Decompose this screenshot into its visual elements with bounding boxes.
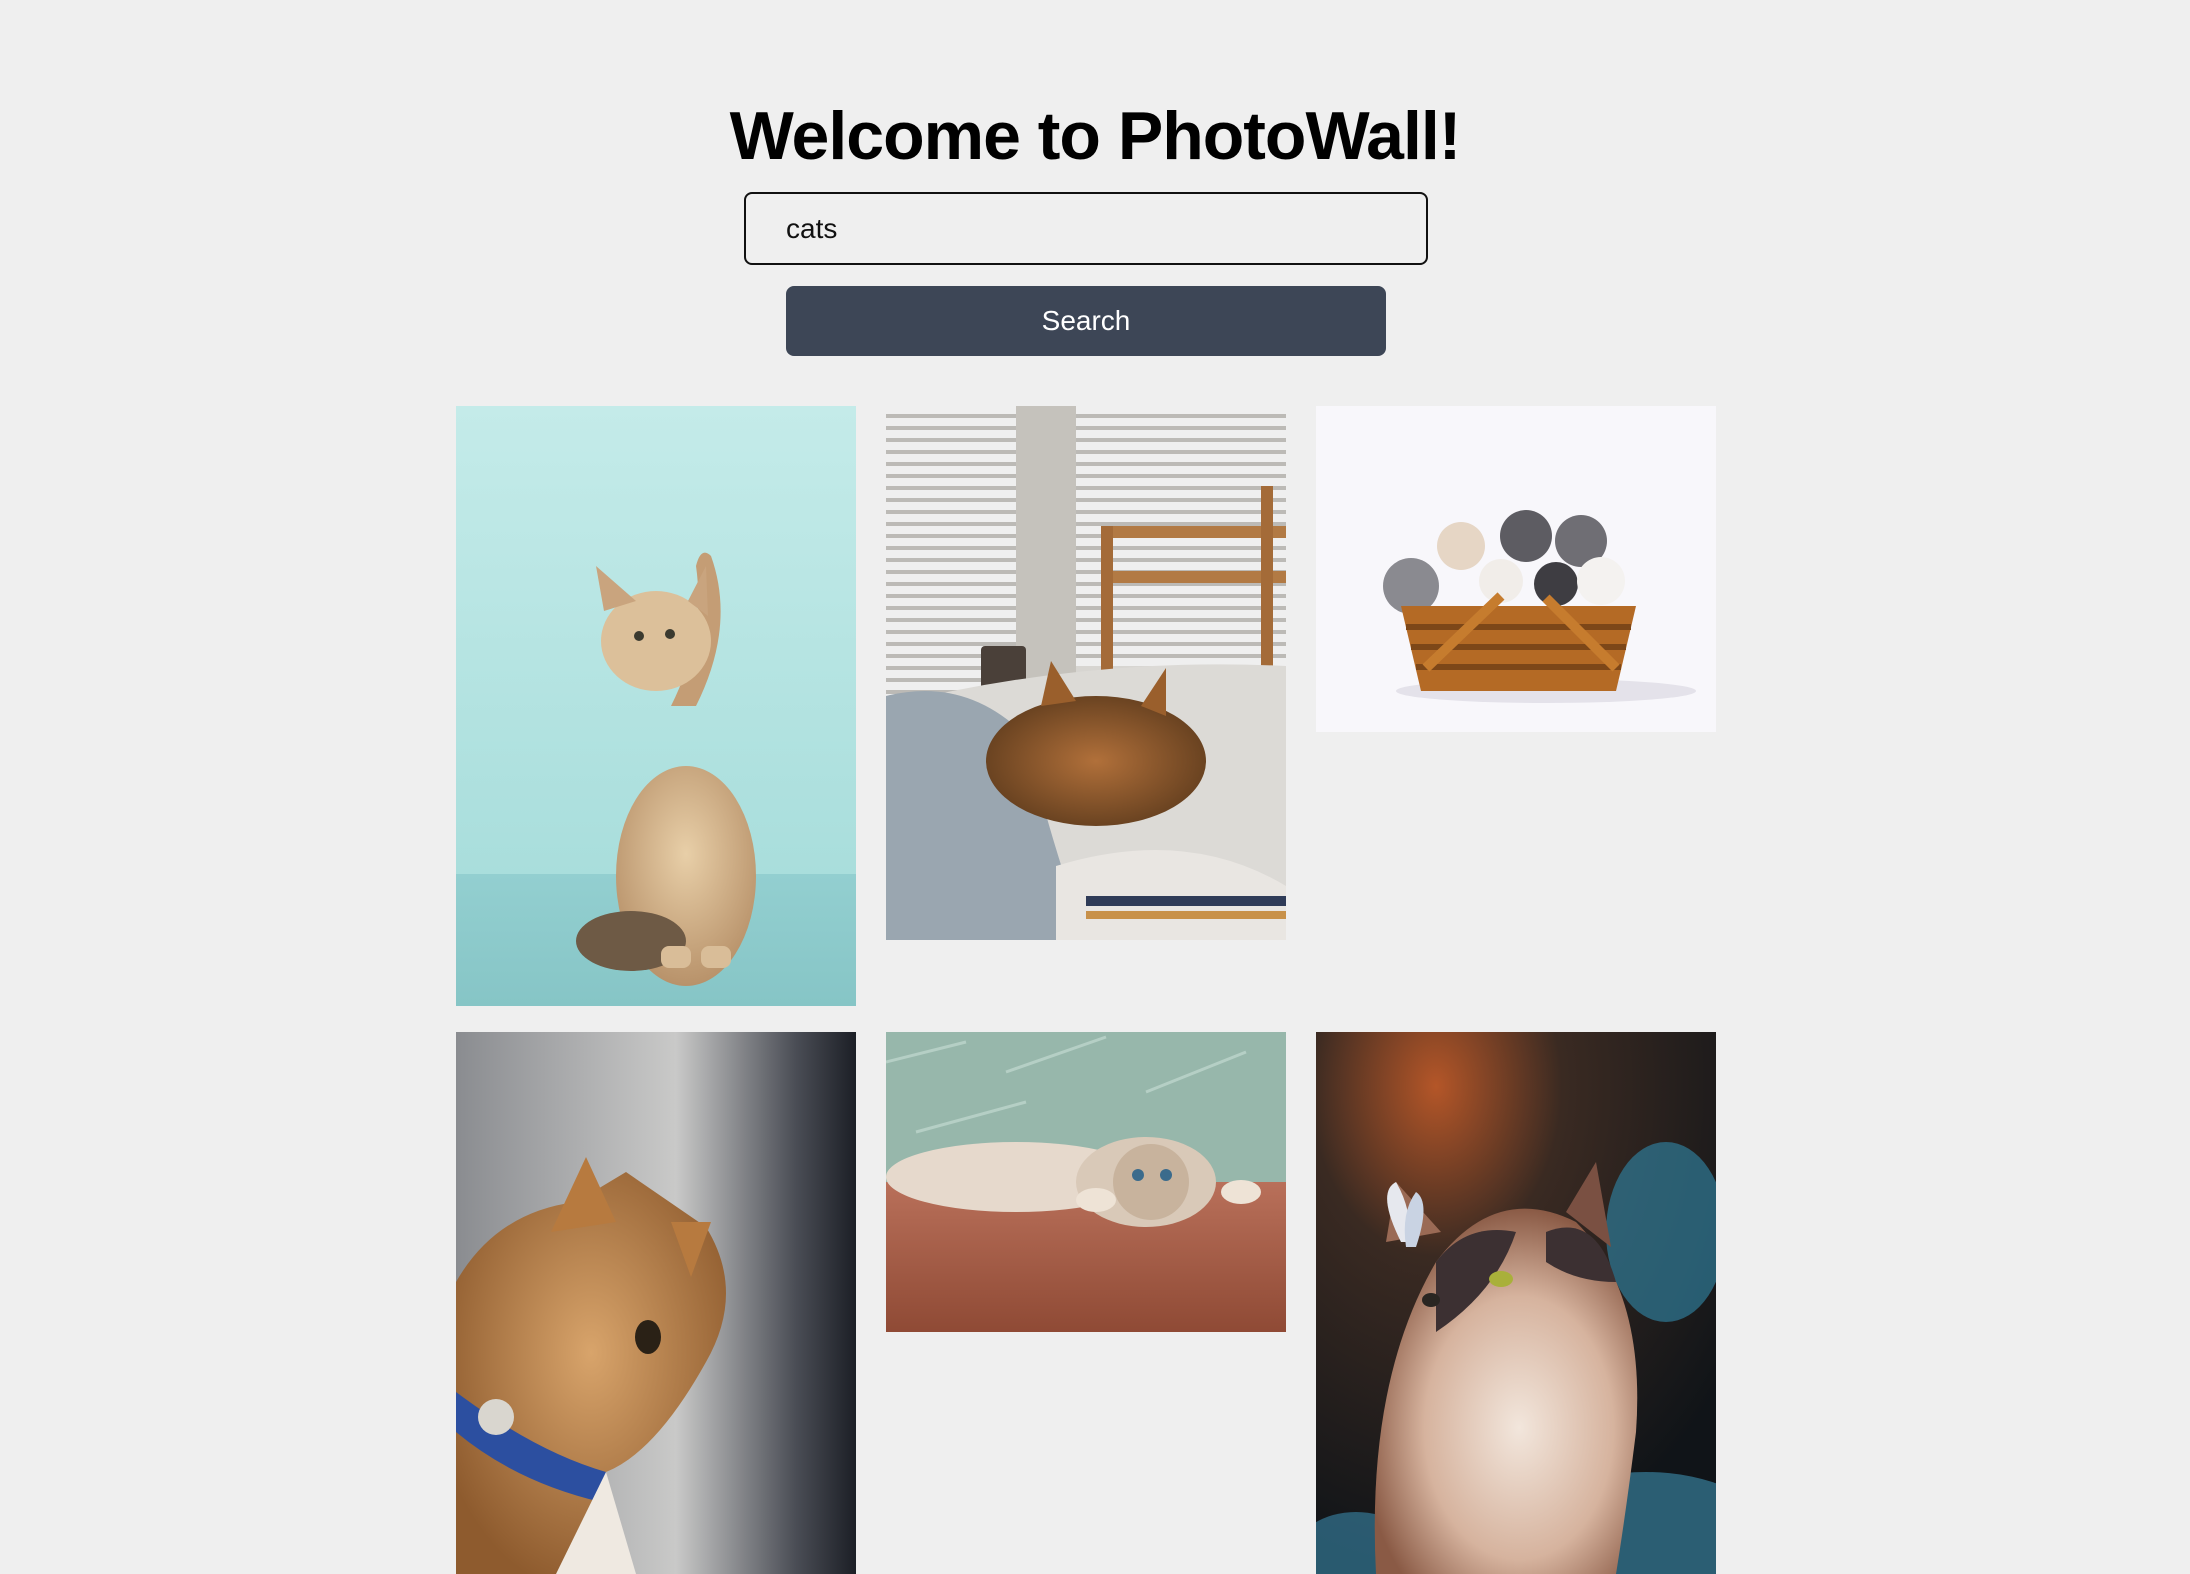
photowall-page: Welcome to PhotoWall! Search <box>0 0 2190 1574</box>
kitten-image <box>456 406 856 1006</box>
photo-cat-lying-on-floor[interactable] <box>886 1032 1286 1332</box>
photo-fluffy-cat-with-butterfly[interactable] <box>1316 1032 1716 1574</box>
kittens-basket-image <box>1316 406 1716 732</box>
search-button[interactable]: Search <box>786 286 1386 356</box>
fluffy-cat-image <box>1316 1032 1716 1574</box>
photo-ginger-cat-with-collar[interactable] <box>456 1032 856 1574</box>
page-title: Welcome to PhotoWall! <box>729 98 1462 174</box>
lying-cat-image <box>886 1032 1286 1332</box>
photo-cat-sleeping-on-bed[interactable] <box>886 406 1286 940</box>
ginger-cat-image <box>456 1032 856 1574</box>
search-input[interactable] <box>744 192 1428 265</box>
photo-kittens-in-basket[interactable] <box>1316 406 1716 732</box>
photo-kitten-raising-paw[interactable] <box>456 406 856 1006</box>
sleeping-cat-image <box>886 406 1286 940</box>
